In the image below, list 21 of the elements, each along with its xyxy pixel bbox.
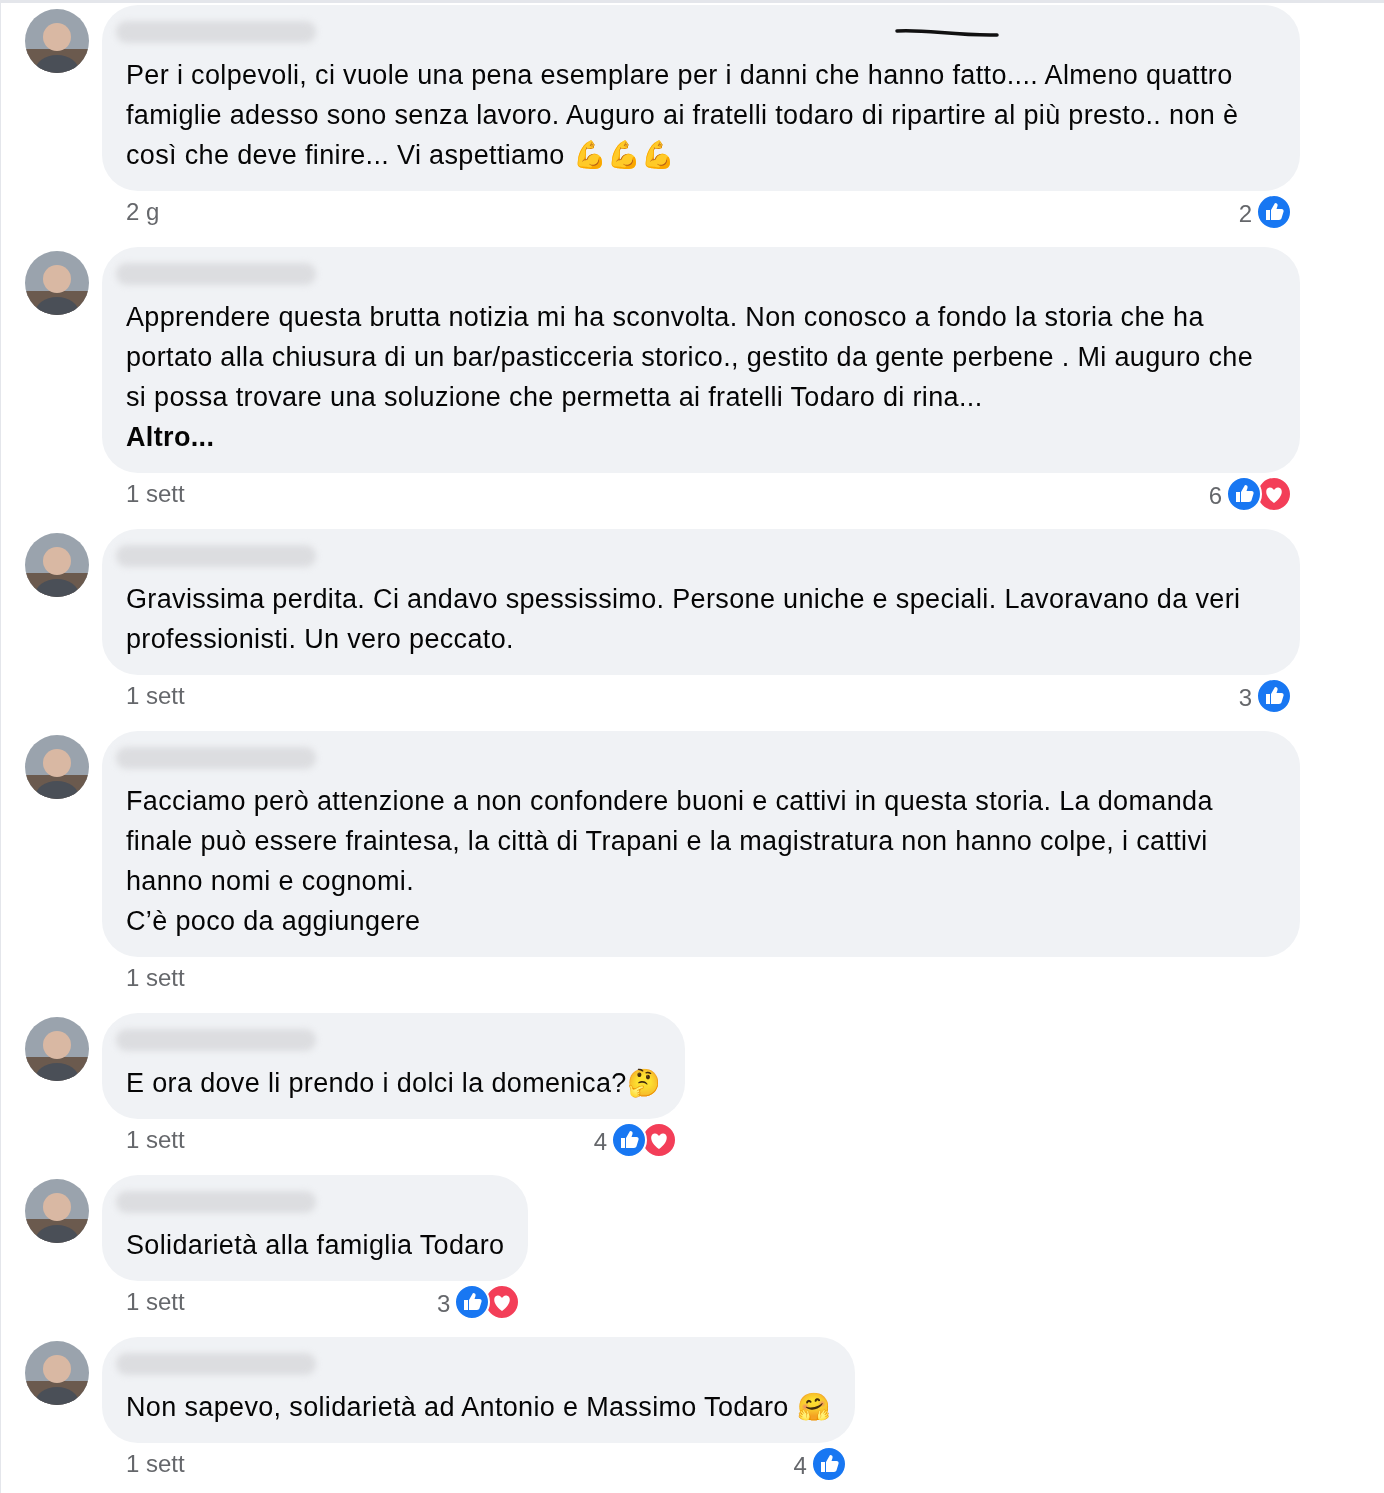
comment-time: 1 sett [126, 682, 185, 710]
more-link[interactable]: Altro... [126, 417, 1276, 457]
comment-text: Solidarietà alla famiglia Todaro [126, 1230, 505, 1260]
comment-time: 1 sett [126, 1288, 185, 1316]
comment-text: E ora dove li prendo i dolci la domenica?🤔 [126, 1068, 661, 1098]
comment-text: Facciamo però attenzione a non confondere buoni e cattivi in questa storia. La domanda finale può essere fraintesa, la città di Trapani e la magistratura non hanno colpe, i cattivi hanno nomi e cognomi. C’è poco da aggiungere [126, 786, 1213, 936]
comment-time: 1 sett [126, 964, 185, 992]
comment-time: 1 sett [126, 1450, 185, 1478]
comment-text: Non sapevo, solidarietà ad Antonio e Massimo Todaro 🤗 [126, 1392, 831, 1422]
comment-time: 2 g [126, 198, 160, 226]
reaction-count: 3 [1238, 684, 1252, 712]
comment-text: Gravissima perdita. Ci andavo spessissimo. Persone uniche e speciali. Lavoravano da veri professionisti. Un vero peccato. [126, 584, 1241, 654]
reaction-count: 2 [1238, 200, 1252, 228]
reaction-count: 6 [1208, 482, 1222, 510]
comment-time: 1 sett [126, 480, 185, 508]
reaction-count: 4 [793, 1452, 807, 1480]
comment-time: 1 sett [126, 1126, 185, 1154]
reaction-count: 4 [593, 1128, 607, 1156]
reaction-count: 3 [437, 1290, 451, 1318]
comment-text: Per i colpevoli, ci vuole una pena esemplare per i danni che hanno fatto.... Almeno quattro famiglie adesso sono senza lavoro. Auguro ai fratelli todaro di ripartire al più presto.. non è così che deve finire... Vi aspettiamo 💪💪💪 [126, 60, 1239, 170]
comment-text: Apprendere questa brutta notizia mi ha sconvolta. Non conosco a fondo la storia che ha portato alla chiusura di un bar/pasticceria storico., gestito da gente perbene . Mi auguro che si possa trovare una soluzione che permetta ai fratelli Todaro di rina... [126, 302, 1254, 412]
